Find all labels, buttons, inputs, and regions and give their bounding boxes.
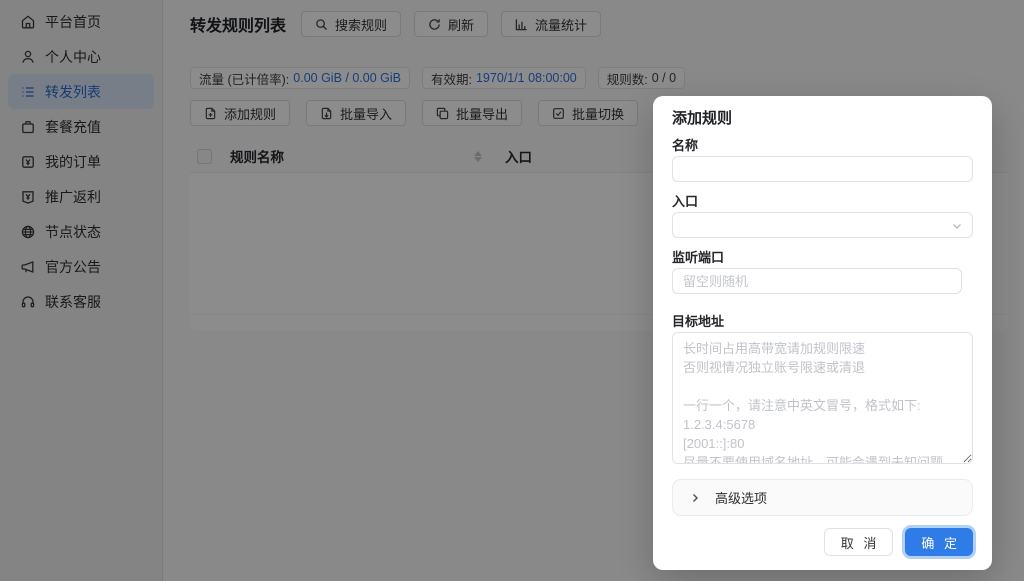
target-textarea[interactable] <box>672 332 973 464</box>
cancel-button[interactable]: 取 消 <box>824 528 894 556</box>
modal-footer: 取 消 确 定 <box>672 528 973 556</box>
advanced-options-label: 高级选项 <box>715 488 767 507</box>
name-input[interactable] <box>672 156 973 182</box>
entry-label: 入口 <box>672 194 973 209</box>
port-label: 监听端口 <box>672 250 973 265</box>
target-label: 目标地址 <box>672 314 973 329</box>
name-label: 名称 <box>672 138 973 153</box>
port-input[interactable] <box>672 268 962 294</box>
modal-title: 添加规则 <box>672 110 973 128</box>
confirm-button[interactable]: 确 定 <box>905 528 973 556</box>
entry-select[interactable] <box>672 212 973 238</box>
advanced-options-toggle[interactable]: 高级选项 <box>672 479 973 516</box>
chevron-right-icon <box>689 492 701 504</box>
add-rule-modal: 添加规则 名称 入口 监听端口 目标地址 高级选项 取 消 确 定 <box>653 96 992 570</box>
chevron-down-icon <box>951 220 963 232</box>
